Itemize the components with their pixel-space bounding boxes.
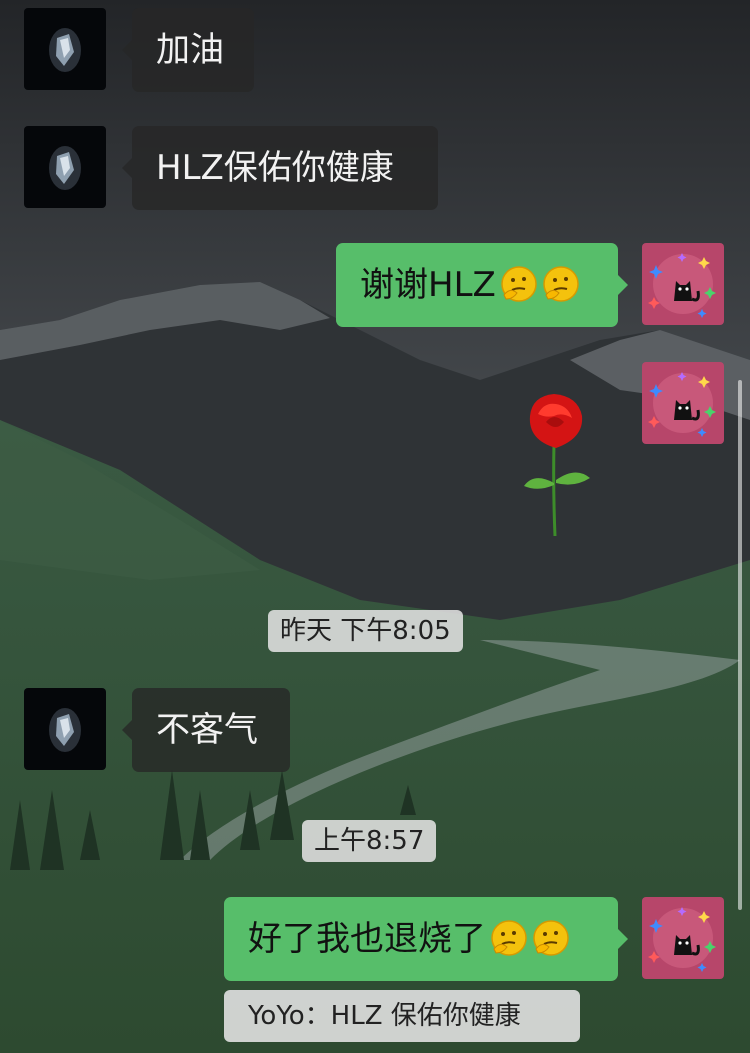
black-cat-sparkle-icon — [642, 243, 724, 325]
timestamp: 上午8:57 — [302, 820, 437, 862]
thinking-face-icon — [501, 266, 537, 302]
user-avatar[interactable] — [642, 243, 724, 325]
thinking-face-icon — [533, 920, 569, 956]
thinking-face-icon — [491, 920, 527, 956]
dark-figure-icon — [24, 8, 106, 90]
message-bubble-received[interactable]: 加油 — [122, 8, 254, 92]
dark-figure-icon — [24, 688, 106, 770]
thinking-face-icon — [543, 266, 579, 302]
message-text: 好了我也退烧了 — [248, 919, 486, 959]
message-text: 不客气 — [156, 710, 258, 750]
message-text: 谢谢HLZ — [360, 265, 496, 305]
message-text: HLZ保佑你健康 — [156, 148, 394, 188]
message-bubble-received[interactable]: HLZ保佑你健康 — [122, 126, 438, 210]
quoted-message[interactable]: YoYo：HLZ 保佑你健康 — [224, 990, 580, 1042]
user-avatar[interactable] — [642, 897, 724, 979]
contact-avatar[interactable] — [24, 126, 106, 208]
timestamp: 昨天 下午8:05 — [268, 610, 463, 652]
contact-avatar[interactable] — [24, 688, 106, 770]
dark-figure-icon — [24, 126, 106, 208]
message-bubble-sent[interactable]: 好了我也退烧了 — [224, 897, 628, 981]
black-cat-sparkle-icon — [642, 362, 724, 444]
user-avatar[interactable] — [642, 362, 724, 444]
message-text: 加油 — [156, 30, 224, 70]
black-cat-sparkle-icon — [642, 897, 724, 979]
contact-avatar[interactable] — [24, 8, 106, 90]
scrollbar[interactable] — [738, 380, 742, 910]
message-bubble-sent[interactable]: 谢谢HLZ — [336, 243, 628, 327]
message-bubble-received[interactable]: 不客气 — [122, 688, 290, 772]
rose-sticker[interactable] — [510, 388, 600, 538]
